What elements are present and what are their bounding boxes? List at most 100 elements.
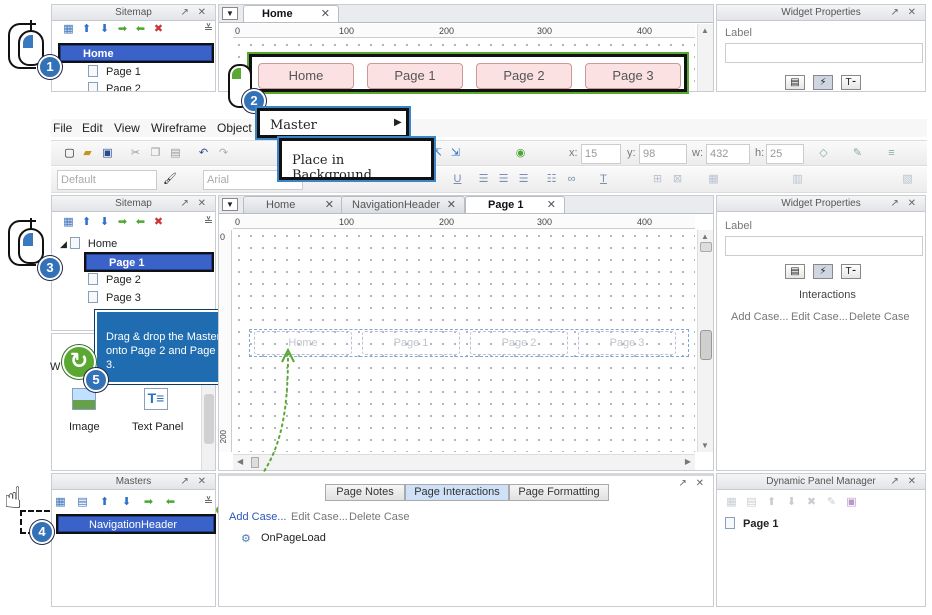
wp-add-case-link[interactable]: Add Case... bbox=[731, 311, 788, 323]
image-label[interactable]: Image bbox=[69, 421, 100, 433]
delete-state-icon[interactable]: ✖ bbox=[805, 496, 818, 508]
context-menu-master[interactable]: Master bbox=[270, 118, 317, 133]
wp-edit-case-link[interactable]: Edit Case... bbox=[791, 311, 848, 323]
outdent-icon[interactable]: ⬅ bbox=[164, 496, 177, 508]
dpm-item-page1[interactable]: Page 1 bbox=[725, 516, 778, 532]
move-down-icon[interactable]: ⬇ bbox=[98, 23, 111, 35]
top-sitemap-item-page1[interactable]: Page 1 bbox=[88, 64, 141, 80]
delete-page-icon[interactable]: ✖ bbox=[152, 216, 165, 228]
tab-dropdown-icon[interactable]: ▼ bbox=[222, 198, 238, 211]
top-vscroll[interactable]: ▲ bbox=[697, 24, 713, 91]
text-color-icon[interactable]: T bbox=[597, 173, 610, 185]
move-up-icon[interactable]: ⬆ bbox=[98, 496, 111, 508]
tab-home[interactable]: Home ✕ bbox=[243, 196, 343, 213]
cut-icon[interactable]: ✂ bbox=[129, 147, 142, 159]
add-case-link[interactable]: Add Case... bbox=[229, 511, 286, 523]
style-tab-icon[interactable]: ▤ bbox=[785, 75, 805, 90]
copy-icon[interactable]: ❐ bbox=[149, 147, 162, 159]
add-master-icon[interactable]: ▦ bbox=[54, 496, 67, 508]
w-field[interactable]: 432 bbox=[706, 144, 750, 164]
paste-icon[interactable]: ▤ bbox=[169, 147, 182, 159]
top-tab-home[interactable]: Home ✕ bbox=[243, 5, 339, 22]
sitemap-item-page1[interactable]: Page 1 bbox=[84, 252, 214, 272]
edit-state-icon[interactable]: ✎ bbox=[825, 496, 838, 508]
connector-icon[interactable]: ⇲ bbox=[449, 147, 462, 159]
arrange-icon[interactable]: ⊞ bbox=[651, 173, 664, 185]
master-item-navigationheader[interactable]: NavigationHeader bbox=[56, 514, 216, 534]
redo-icon[interactable]: ↷ bbox=[217, 147, 230, 159]
tab-dropdown-icon[interactable]: ▼ bbox=[222, 7, 238, 20]
h-field[interactable]: 25 bbox=[766, 144, 804, 164]
move-down-icon[interactable]: ⬇ bbox=[785, 496, 798, 508]
tab-navigationheader[interactable]: NavigationHeader ✕ bbox=[341, 196, 465, 213]
top-sitemap-item-home[interactable]: Home bbox=[58, 43, 214, 63]
style-tab-icon[interactable]: ▤ bbox=[785, 264, 805, 279]
close-icon[interactable]: ✕ bbox=[321, 6, 330, 22]
nav-button-page1[interactable]: Page 1 bbox=[367, 63, 463, 89]
menu-object[interactable]: Object bbox=[217, 121, 252, 135]
panel-menu-icon[interactable]: ≚ bbox=[202, 216, 215, 228]
tab-page-notes[interactable]: Page Notes bbox=[325, 484, 405, 501]
undo-icon[interactable]: ↶ bbox=[197, 147, 210, 159]
edit-all-icon[interactable]: ▣ bbox=[845, 496, 858, 508]
add-state-icon[interactable]: ▦ bbox=[725, 496, 738, 508]
menu-view[interactable]: View bbox=[114, 121, 140, 135]
edit-case-link[interactable]: Edit Case... bbox=[291, 511, 348, 523]
delete-page-icon[interactable]: ✖ bbox=[152, 23, 165, 35]
bullets-icon[interactable]: ☷ bbox=[545, 173, 558, 185]
align-left-icon[interactable]: ☰ bbox=[477, 173, 490, 185]
panel-controls[interactable]: ↗ ✕ bbox=[890, 5, 919, 20]
font-style-select[interactable]: Default bbox=[57, 170, 157, 190]
panel-controls[interactable]: ↗ ✕ bbox=[180, 5, 209, 20]
move-down-icon[interactable]: ⬇ bbox=[120, 496, 133, 508]
publish-icon[interactable]: ◉ bbox=[514, 147, 527, 159]
sitemap-item-page2[interactable]: Page 2 bbox=[88, 272, 141, 288]
underline-icon[interactable]: U bbox=[451, 173, 464, 185]
label-input[interactable] bbox=[725, 43, 923, 63]
close-icon[interactable]: ✕ bbox=[547, 197, 556, 213]
menu-wireframe[interactable]: Wireframe bbox=[151, 121, 206, 135]
text-panel-icon[interactable]: T≡ bbox=[144, 388, 168, 410]
interactions-tab-icon[interactable]: ⚡ bbox=[813, 264, 833, 279]
close-icon[interactable]: ✕ bbox=[447, 197, 456, 213]
align-center-icon[interactable]: ☰ bbox=[497, 173, 510, 185]
move-up-icon[interactable]: ⬆ bbox=[765, 496, 778, 508]
canvas-vscroll[interactable]: ▲ ▼ bbox=[697, 230, 713, 452]
panel-controls[interactable]: ↗ ✕ bbox=[180, 474, 209, 489]
link-icon[interactable]: ∞ bbox=[565, 173, 578, 185]
panel-menu-icon[interactable]: ≚ bbox=[202, 23, 215, 35]
line-style-icon[interactable]: ≡ bbox=[885, 147, 898, 159]
open-icon[interactable]: ▰ bbox=[81, 147, 94, 159]
sitemap-item-home[interactable]: ◢ Home bbox=[60, 236, 117, 252]
outdent-icon[interactable]: ⬅ bbox=[134, 23, 147, 35]
save-icon[interactable]: ▣ bbox=[101, 147, 114, 159]
outdent-icon[interactable]: ⬅ bbox=[134, 216, 147, 228]
wp-delete-case-link[interactable]: Delete Case bbox=[849, 311, 910, 323]
tab-page1[interactable]: Page 1 ✕ bbox=[465, 196, 565, 213]
nav-button-page2[interactable]: Page 2 bbox=[476, 63, 572, 89]
move-down-icon[interactable]: ⬇ bbox=[98, 216, 111, 228]
line-color-icon[interactable]: ✎ bbox=[851, 147, 864, 159]
move-up-icon[interactable]: ⬆ bbox=[80, 23, 93, 35]
close-icon[interactable]: ✕ bbox=[325, 197, 334, 213]
panel-controls[interactable]: ↗ ✕ bbox=[890, 196, 919, 211]
nav-button-page3[interactable]: Page 3 bbox=[585, 63, 681, 89]
text-panel-label[interactable]: Text Panel bbox=[132, 421, 183, 433]
label-input[interactable] bbox=[725, 236, 923, 256]
group-icon[interactable]: ⊠ bbox=[671, 173, 684, 185]
tab-page-interactions[interactable]: Page Interactions bbox=[405, 484, 509, 501]
top-sitemap-item-page2[interactable]: Page 2 bbox=[88, 81, 141, 91]
onpageload-item[interactable]: OnPageLoad bbox=[261, 532, 326, 544]
add-page-icon[interactable]: ▦ bbox=[62, 216, 75, 228]
text-tab-icon[interactable]: T⁃ bbox=[841, 264, 861, 279]
fill-color-icon[interactable]: ◇ bbox=[817, 147, 830, 159]
duplicate-state-icon[interactable]: ▤ bbox=[745, 496, 758, 508]
align-objects-icon[interactable]: ▦ bbox=[707, 173, 720, 185]
indent-icon[interactable]: ➡ bbox=[116, 216, 129, 228]
collapse-icon[interactable]: ◢ bbox=[60, 239, 67, 249]
menu-file[interactable]: File bbox=[53, 121, 72, 135]
menu-edit[interactable]: Edit bbox=[82, 121, 103, 135]
interactions-tab-icon[interactable]: ⚡ bbox=[813, 75, 833, 90]
new-icon[interactable]: ▢ bbox=[63, 147, 76, 159]
panel-controls[interactable]: ↗ ✕ bbox=[678, 478, 707, 489]
